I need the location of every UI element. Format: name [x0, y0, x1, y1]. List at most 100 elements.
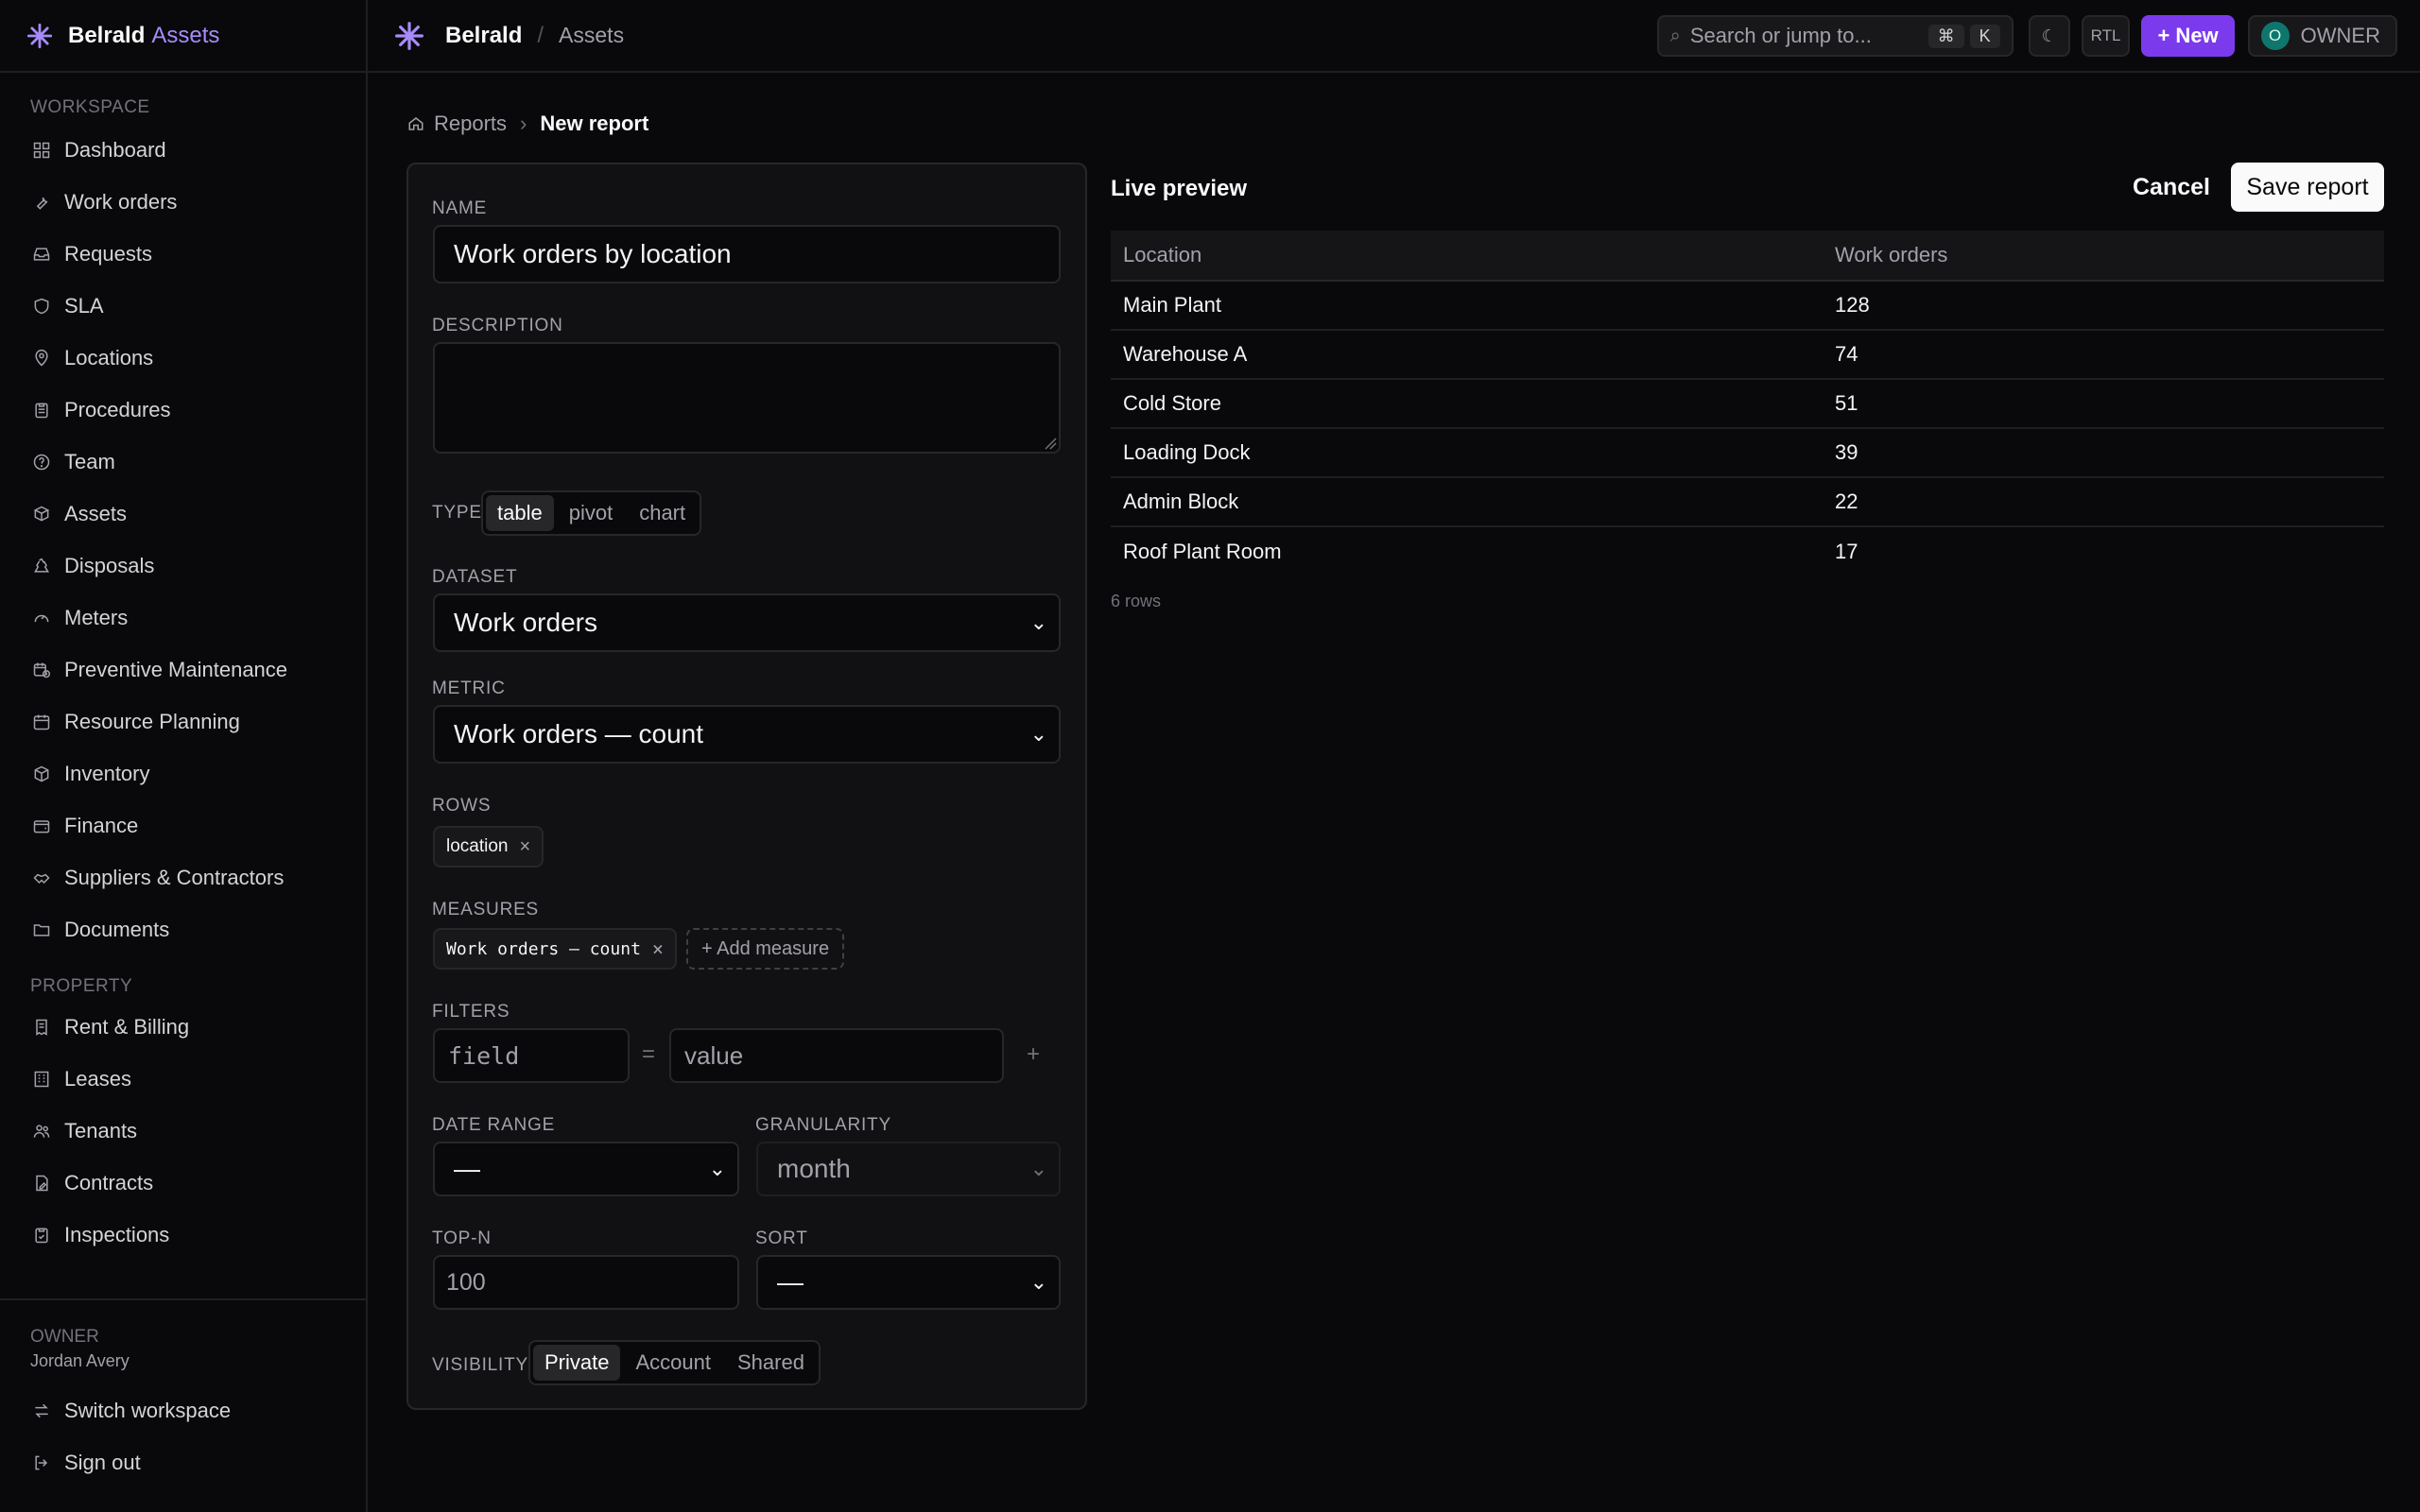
remove-chip-icon[interactable]: × [652, 937, 664, 960]
sidebar-item-sla[interactable]: SLA [0, 280, 366, 332]
breadcrumb-reports-link[interactable]: Reports [434, 112, 507, 136]
search-input[interactable]: ⌕ Search or jump to... ⌘ K [1656, 15, 2014, 57]
sidebar-item-work-orders[interactable]: Work orders [0, 176, 366, 228]
name-input[interactable]: Work orders by location [433, 225, 1061, 284]
add-measure-button[interactable]: + Add measure [686, 928, 845, 970]
sidebar-item-label: Preventive Maintenance [64, 657, 288, 681]
recycle-icon [30, 555, 53, 577]
sidebar-item-dashboard[interactable]: Dashboard [0, 124, 366, 176]
sidebar-item-label: Finance [64, 813, 139, 837]
add-filter-button[interactable]: + [1027, 1041, 1040, 1068]
sidebar-item-rent-and-billing[interactable]: Rent & Billing [0, 1001, 366, 1053]
sidebar-item-suppliers-and-contractors[interactable]: Suppliers & Contractors [0, 851, 366, 903]
cancel-button[interactable]: Cancel [2116, 163, 2227, 212]
sidebar-item-label: Disposals [64, 553, 155, 577]
owner-menu-button[interactable]: O OWNER [2247, 15, 2397, 57]
granularity-value: month [777, 1154, 851, 1183]
description-label: DESCRIPTION [432, 316, 563, 335]
resize-handle-icon[interactable] [1044, 437, 1057, 450]
sidebar-item-contracts[interactable]: Contracts [0, 1157, 366, 1209]
table-row: Main Plant 128 [1111, 281, 2384, 331]
sidebar-item-tenants[interactable]: Tenants [0, 1105, 366, 1157]
new-button[interactable]: + New [2141, 15, 2235, 57]
sort-select[interactable]: — ⌄ [756, 1255, 1061, 1310]
preview-table: Location Work orders Main Plant 128 Wareho… [1111, 231, 2384, 576]
visibility-option-private[interactable]: Private [533, 1345, 621, 1381]
column-header-work-orders[interactable]: Work orders [1823, 231, 2384, 282]
type-label: TYPE [432, 503, 482, 523]
rows-chip-label: location [446, 836, 509, 856]
measures-chip-label: Work orders — count [446, 938, 641, 959]
remove-chip-icon[interactable]: × [520, 836, 531, 858]
sidebar-item-label: Leases [64, 1066, 131, 1091]
metric-label: METRIC [432, 679, 506, 698]
table-row: Roof Plant Room 17 [1111, 526, 2384, 576]
metric-select[interactable]: Work orders — count ⌄ [433, 705, 1061, 764]
sidebar-item-disposals[interactable]: Disposals [0, 540, 366, 592]
kbd-k: K [1969, 24, 2000, 48]
map-pin-icon [30, 347, 53, 369]
topn-input[interactable]: 100 [433, 1255, 739, 1310]
column-header-location[interactable]: Location [1111, 231, 1823, 282]
visibility-option-account[interactable]: Account [624, 1345, 722, 1381]
org-logo-icon [394, 21, 424, 51]
sidebar-item-assets[interactable]: Assets [0, 488, 366, 540]
date-range-select[interactable]: — ⌄ [433, 1142, 739, 1196]
topbar-actions: ⌕ Search or jump to... ⌘ K ☾ RTL + New O… [1656, 15, 2397, 57]
sign-out-button[interactable]: Sign out [0, 1436, 366, 1488]
dataset-select[interactable]: Work orders ⌄ [433, 593, 1061, 652]
brand-suffix: Assets [151, 22, 220, 48]
type-option-chart[interactable]: chart [628, 495, 697, 531]
cell-location: Main Plant [1111, 281, 1823, 331]
sidebar-item-label: Team [64, 449, 115, 473]
sidebar-item-inspections[interactable]: Inspections [0, 1209, 366, 1261]
avatar: O [2260, 22, 2290, 50]
sidebar-item-preventive-maintenance[interactable]: Preventive Maintenance [0, 644, 366, 696]
top-section[interactable]: Assets [559, 23, 624, 48]
sidebar-item-resource-planning[interactable]: Resource Planning [0, 696, 366, 747]
cell-work-orders: 17 [1835, 539, 1858, 563]
sidebar-owner: OWNER Jordan Avery Switch workspace Sign… [0, 1298, 366, 1488]
type-segmented-control: table pivot chart [481, 490, 702, 536]
theme-toggle-button[interactable]: ☾ [2028, 15, 2070, 57]
save-report-button[interactable]: Save report [2231, 163, 2384, 212]
visibility-option-shared[interactable]: Shared [726, 1345, 816, 1381]
app-root: Belrald Assets WORKSPACE Dashboard Work o… [0, 0, 2420, 1512]
type-option-table[interactable]: table [486, 495, 554, 531]
dataset-label: DATASET [432, 567, 518, 587]
cell-work-orders: 74 [1823, 330, 2384, 380]
chevron-down-icon: ⌄ [1029, 1157, 1047, 1180]
sidebar-item-requests[interactable]: Requests [0, 228, 366, 280]
switch-workspace-label: Switch workspace [64, 1398, 232, 1422]
cell-location: Cold Store [1111, 379, 1823, 429]
org-name[interactable]: Belrald [445, 23, 522, 49]
chevron-down-icon: ⌄ [1029, 610, 1047, 634]
owner-name: Jordan Avery [30, 1351, 130, 1370]
home-icon[interactable] [407, 115, 424, 132]
cell-work-orders: 128 [1823, 281, 2384, 331]
filter-operator: = [642, 1041, 656, 1067]
sidebar-item-label: Work orders [64, 189, 178, 214]
filter-value-input[interactable]: value [669, 1028, 1004, 1083]
sidebar-item-finance[interactable]: Finance [0, 799, 366, 851]
sidebar-item-procedures[interactable]: Procedures [0, 384, 366, 436]
cell-location: Admin Block [1111, 477, 1823, 527]
sidebar-item-leases[interactable]: Leases [0, 1053, 366, 1105]
owner-menu-label: OWNER [2300, 24, 2380, 47]
sidebar-item-locations[interactable]: Locations [0, 332, 366, 384]
rtl-toggle-button[interactable]: RTL [2081, 15, 2131, 57]
users-icon [30, 1120, 53, 1143]
sidebar-item-meters[interactable]: Meters [0, 592, 366, 644]
filter-field-input[interactable]: field [433, 1028, 630, 1083]
sidebar-item-documents[interactable]: Documents [0, 903, 366, 955]
sidebar-item-label: Contracts [64, 1170, 154, 1194]
sidebar-item-label: SLA [64, 293, 104, 318]
sidebar-item-inventory[interactable]: Inventory [0, 747, 366, 799]
sidebar-item-team[interactable]: Team [0, 436, 366, 488]
table-row: Warehouse A 74 [1111, 330, 2384, 380]
switch-workspace-button[interactable]: Switch workspace [0, 1384, 366, 1436]
type-option-pivot[interactable]: pivot [558, 495, 624, 531]
brand[interactable]: Belrald Assets [0, 0, 366, 73]
calendar-clock-icon [30, 659, 53, 681]
description-textarea[interactable] [433, 342, 1061, 454]
